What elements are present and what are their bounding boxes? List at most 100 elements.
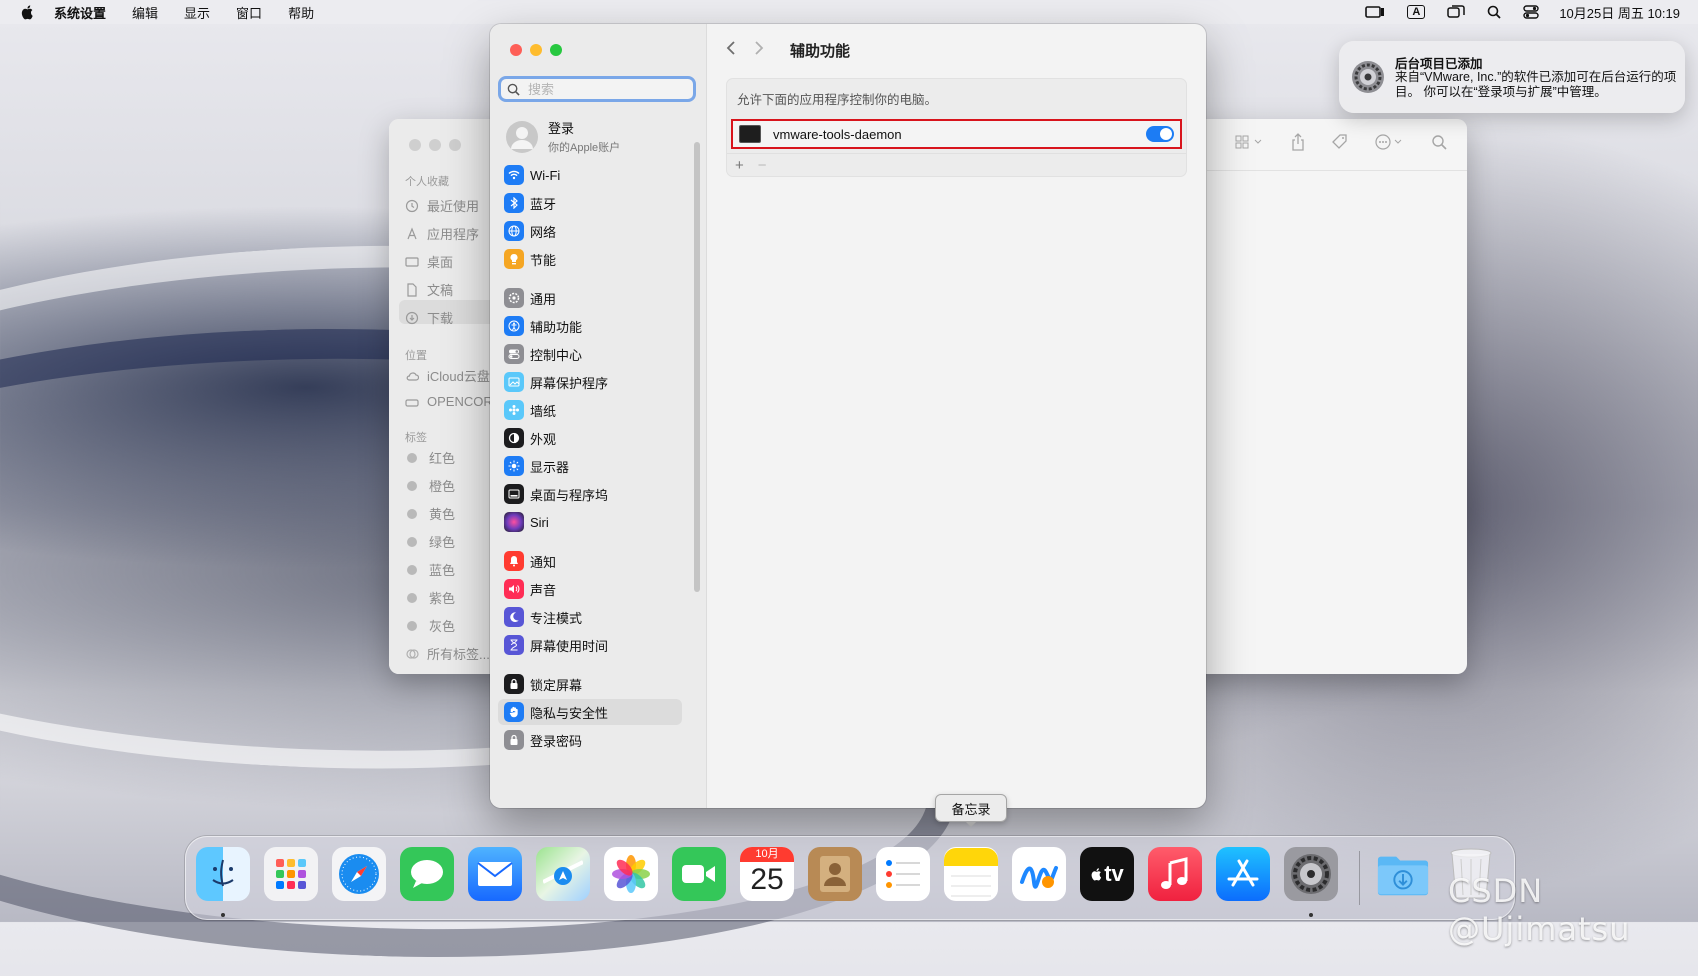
- sidebar-item-notifications[interactable]: 通知: [498, 548, 682, 574]
- tag-dot-icon: [407, 508, 417, 519]
- zoom-button[interactable]: [550, 44, 562, 56]
- photos-dock-icon[interactable]: [604, 847, 658, 901]
- finder-item-icloud[interactable]: iCloud云盘: [405, 366, 490, 385]
- sidebar-item-displays[interactable]: 显示器: [498, 453, 682, 479]
- finder-tag-orange[interactable]: 橙色: [405, 476, 455, 495]
- sidebar-item-energy[interactable]: 节能: [498, 246, 682, 272]
- share-icon[interactable]: [1291, 133, 1305, 156]
- finder-tag-gray[interactable]: 灰色: [405, 616, 455, 635]
- notification-banner[interactable]: 后台项目已添加 来自“VMware, Inc.”的软件已添加可在后台运行的项目。…: [1339, 41, 1685, 113]
- finder-tag-green[interactable]: 绿色: [405, 532, 455, 551]
- tv-dock-icon[interactable]: tv: [1080, 847, 1134, 901]
- sidebar-item-label: 节能: [530, 252, 557, 268]
- sidebar-item-privacy-security[interactable]: 隐私与安全性: [498, 699, 682, 725]
- menu-window[interactable]: 窗口: [236, 3, 262, 22]
- search-field[interactable]: [498, 76, 696, 102]
- apple-account[interactable]: 登录 你的Apple账户: [506, 118, 620, 155]
- sidebar-item-network[interactable]: 网络: [498, 218, 682, 244]
- sidebar-item-focus[interactable]: 专注模式: [498, 604, 682, 630]
- forward-chevron-icon[interactable]: [754, 40, 764, 56]
- music-dock-icon[interactable]: [1148, 847, 1202, 901]
- sidebar-item-siri[interactable]: Siri: [498, 509, 682, 535]
- downloads-dock-icon[interactable]: [1376, 847, 1430, 901]
- add-button[interactable]: +: [735, 157, 744, 174]
- finder-item-applications[interactable]: 应用程序: [405, 224, 479, 243]
- finder-dock-icon[interactable]: [196, 847, 250, 901]
- minimize-button[interactable]: [429, 139, 441, 151]
- sidebar-item-login-password[interactable]: 登录密码: [498, 727, 682, 753]
- finder-item-recents[interactable]: 最近使用: [405, 196, 479, 215]
- screen-record-icon[interactable]: [1365, 5, 1385, 19]
- notification-body: 来自“VMware, Inc.”的软件已添加可在后台运行的项目。 你可以在“登录…: [1395, 70, 1677, 99]
- mail-dock-icon[interactable]: [468, 847, 522, 901]
- app-enabled-toggle[interactable]: [1146, 126, 1174, 142]
- search-icon[interactable]: [1431, 134, 1447, 155]
- gear-icon: [1291, 854, 1331, 894]
- notes-dock-icon[interactable]: [944, 847, 998, 901]
- video-camera-icon: [682, 865, 715, 883]
- launchpad-dock-icon[interactable]: [264, 847, 318, 901]
- finder-item-documents[interactable]: 文稿: [405, 280, 453, 299]
- menu-app-name[interactable]: 系统设置: [54, 3, 106, 22]
- finder-tag-blue[interactable]: 蓝色: [405, 560, 455, 579]
- sidebar-item-general[interactable]: 通用: [498, 285, 682, 311]
- add-remove-bar: + −: [727, 153, 1186, 176]
- close-button[interactable]: [510, 44, 522, 56]
- finder-item-desktop[interactable]: 桌面: [405, 252, 453, 271]
- contacts-dock-icon[interactable]: [808, 847, 862, 901]
- menu-view[interactable]: 显示: [184, 3, 210, 22]
- freeform-dock-icon[interactable]: [1012, 847, 1066, 901]
- view-options-icon[interactable]: [1235, 135, 1265, 154]
- contact-card-icon: [820, 856, 850, 892]
- reminders-dock-icon[interactable]: [876, 847, 930, 901]
- sidebar-item-control-center[interactable]: 控制中心: [498, 341, 682, 367]
- switches-icon: [504, 344, 524, 364]
- sidebar-item-screen-time[interactable]: 屏幕使用时间: [498, 632, 682, 658]
- running-indicator: [221, 913, 225, 917]
- app-row[interactable]: vmware-tools-daemon: [731, 119, 1182, 149]
- maps-dock-icon[interactable]: [536, 847, 590, 901]
- messages-dock-icon[interactable]: [400, 847, 454, 901]
- apple-menu-icon[interactable]: [20, 4, 36, 20]
- sidebar-item-accessibility[interactable]: 辅助功能: [498, 313, 682, 339]
- calendar-dock-icon[interactable]: 10月 25: [740, 847, 794, 901]
- sidebar-item-wifi[interactable]: Wi-Fi: [498, 162, 682, 188]
- sidebar-item-lock-screen[interactable]: 锁定屏幕: [498, 671, 682, 697]
- system-settings-dock-icon[interactable]: [1284, 847, 1338, 901]
- sidebar-scrollbar[interactable]: [694, 142, 700, 592]
- finder-item-opencore[interactable]: OPENCORE: [405, 394, 501, 409]
- finder-tag-yellow[interactable]: 黄色: [405, 504, 455, 523]
- menu-clock[interactable]: 10月25日 周五 10:19: [1559, 3, 1680, 22]
- sidebar-item-appearance[interactable]: 外观: [498, 425, 682, 451]
- close-button[interactable]: [409, 139, 421, 151]
- finder-tag-red[interactable]: 红色: [405, 448, 455, 467]
- finder-item-downloads[interactable]: 下载: [405, 308, 453, 327]
- more-actions-icon[interactable]: [1375, 134, 1405, 155]
- sidebar-item-wallpaper[interactable]: 墙纸: [498, 397, 682, 423]
- sidebar-item-desktop-dock[interactable]: 桌面与程序坞: [498, 481, 682, 507]
- spotlight-icon[interactable]: [1487, 5, 1501, 19]
- menu-help[interactable]: 帮助: [288, 3, 314, 22]
- appearance-icon: [504, 428, 524, 448]
- remove-button[interactable]: −: [758, 157, 767, 174]
- finder-tag-all[interactable]: 所有标签...: [405, 644, 490, 663]
- tag-icon[interactable]: [1331, 133, 1349, 156]
- traffic-lights: [510, 44, 562, 56]
- terminal-app-icon: [739, 125, 761, 143]
- control-center-icon[interactable]: [1523, 5, 1540, 19]
- finder-tag-purple[interactable]: 紫色: [405, 588, 455, 607]
- zoom-button[interactable]: [449, 139, 461, 151]
- facetime-dock-icon[interactable]: [672, 847, 726, 901]
- menu-edit[interactable]: 编辑: [132, 3, 158, 22]
- input-source-icon[interactable]: A: [1407, 5, 1426, 19]
- back-chevron-icon[interactable]: [726, 40, 736, 56]
- sidebar-item-sound[interactable]: 声音: [498, 576, 682, 602]
- account-subtitle: 你的Apple账户: [548, 142, 621, 154]
- safari-dock-icon[interactable]: [332, 847, 386, 901]
- sidebar-item-bluetooth[interactable]: 蓝牙: [498, 190, 682, 216]
- app-store-dock-icon[interactable]: [1216, 847, 1270, 901]
- mirroring-icon[interactable]: [1447, 5, 1466, 19]
- sidebar-item-screensaver[interactable]: 屏幕保护程序: [498, 369, 682, 395]
- minimize-button[interactable]: [530, 44, 542, 56]
- search-input[interactable]: [526, 80, 690, 98]
